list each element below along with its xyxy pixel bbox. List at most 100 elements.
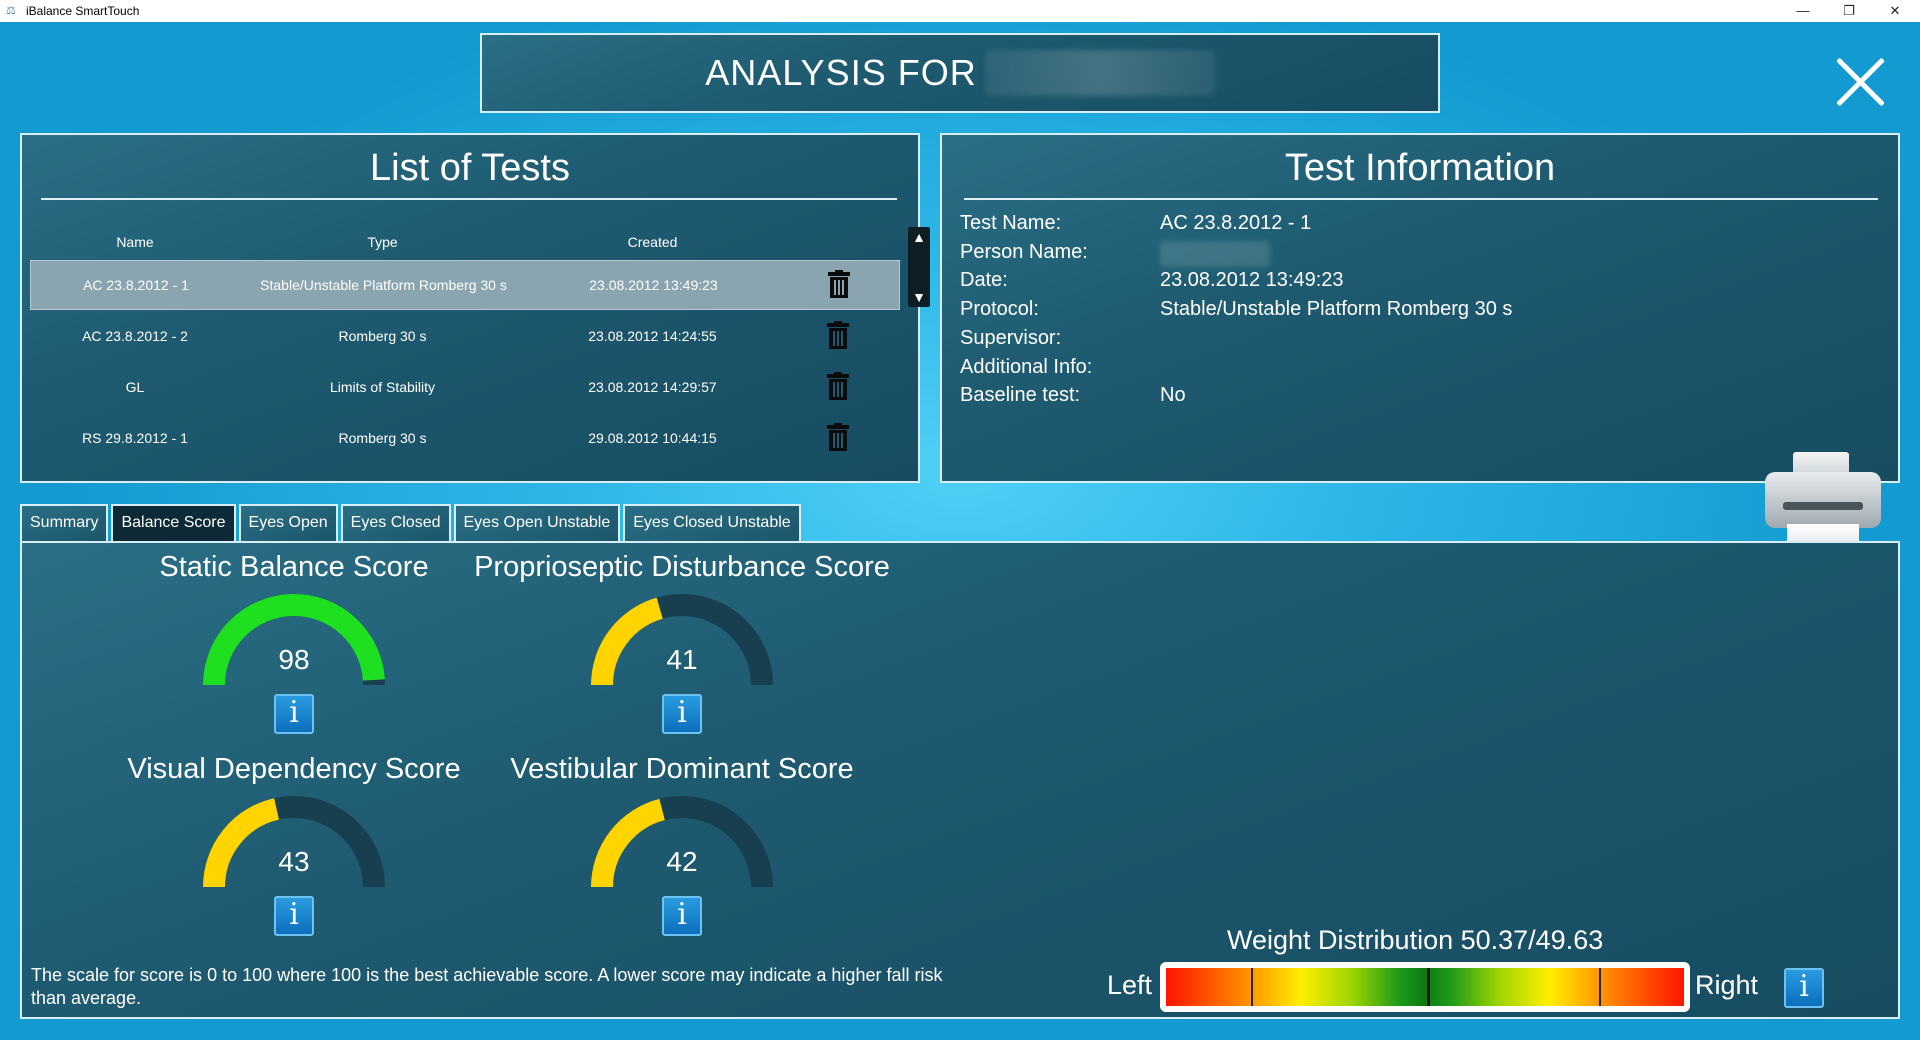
table-row[interactable]: AC 23.8.2012 - 2 Romberg 30 s 23.08.2012 1… — [30, 311, 900, 361]
tests-title-divider — [41, 198, 897, 200]
tab-balance-score[interactable]: Balance Score — [111, 504, 236, 541]
gauge-arc — [203, 796, 385, 888]
info-label: Additional Info: — [960, 355, 1093, 378]
restore-button[interactable]: ❐ — [1826, 0, 1872, 22]
trash-icon[interactable] — [826, 320, 849, 349]
score-title: Visual Dependency Score — [127, 753, 461, 785]
tab-summary[interactable]: Summary — [20, 504, 109, 541]
balance-score-panel: Static Balance Score 98 i Proprioseptic Dis… — [20, 541, 1900, 1019]
col-header-name[interactable]: Name — [30, 234, 240, 250]
score-value: 42 — [666, 846, 698, 877]
weight-distribution-bar — [1160, 962, 1690, 1012]
weight-left-label: Left — [1107, 970, 1153, 1000]
gauge-arc — [203, 594, 385, 686]
info-row: Test Name: AC 23.8.2012 - 1 — [960, 212, 1311, 242]
tab-eyes-closed[interactable]: Eyes Closed — [340, 504, 451, 541]
tests-panel-title: List of Tests — [370, 147, 570, 189]
info-label: Person Name: — [960, 240, 1088, 263]
weight-tick — [1251, 968, 1254, 1006]
window-close-button[interactable]: ✕ — [1872, 0, 1918, 22]
info-value: AC 23.8.2012 - 1 — [1160, 212, 1312, 234]
analysis-tabs: Summary Balance Score Eyes Open Eyes Closed… — [20, 504, 804, 541]
score-gauge: 41 — [587, 592, 777, 692]
test-info-title: Test Information — [1284, 147, 1556, 189]
score-value: 41 — [666, 644, 698, 675]
row-type: Limits of Stability — [329, 379, 436, 395]
trash-icon[interactable] — [827, 269, 850, 298]
info-value: No — [1160, 384, 1186, 407]
weight-info-button[interactable]: i — [1784, 968, 1824, 1008]
redacted-person-name — [1160, 240, 1270, 267]
weight-tick — [1598, 968, 1601, 1006]
score-info-button[interactable]: i — [662, 694, 702, 734]
score-info-button[interactable]: i — [274, 694, 314, 734]
info-value: Stable/Unstable Platform Romberg 30 s — [1160, 298, 1513, 321]
test-info-divider — [964, 198, 1878, 200]
info-row: Supervisor: — [960, 327, 1160, 357]
score-gauge: 43 — [199, 794, 389, 894]
gauge-arc — [591, 594, 773, 686]
tab-eyes-open-unstable[interactable]: Eyes Open Unstable — [453, 504, 621, 541]
table-row[interactable]: GL Limits of Stability 23.08.2012 14:29:57 — [30, 362, 900, 412]
tab-eyes-open[interactable]: Eyes Open — [238, 504, 338, 541]
score-gauge: 42 — [587, 794, 777, 894]
row-created: 23.08.2012 14:29:57 — [588, 379, 717, 395]
info-value: 23.08.2012 13:49:23 — [1160, 269, 1344, 292]
score-title: Vestibular Dominant Score — [510, 753, 854, 785]
analysis-title: ANALYSIS FOR — [705, 52, 977, 93]
scale-note: The scale for score is 0 to 100 where 10… — [31, 965, 943, 1008]
tests-table: Name Type Created AC 23.8.2012 - 1 Stable… — [30, 225, 900, 463]
row-created: 29.08.2012 10:44:15 — [588, 430, 717, 446]
info-row: Baseline test: No — [960, 384, 1186, 414]
weight-distribution-title: Weight Distribution 50.37/49.63 — [1227, 925, 1604, 955]
score-title: Static Balance Score — [159, 551, 429, 583]
row-type: Stable/Unstable Platform Romberg 30 s — [260, 277, 507, 293]
analysis-header: ANALYSIS FOR — [480, 33, 1440, 113]
info-row: Additional Info: — [960, 356, 1160, 386]
gauge-arc — [591, 796, 773, 888]
scroll-up-icon[interactable]: ▲ — [908, 229, 930, 245]
window-title: iBalance SmartTouch — [26, 4, 140, 18]
score-block: Static Balance Score 98 i — [84, 551, 504, 734]
info-row: Date: 23.08.2012 13:49:23 — [960, 269, 1344, 299]
row-name: RS 29.8.2012 - 1 — [82, 430, 188, 446]
info-label: Protocol: — [960, 298, 1039, 321]
trash-icon[interactable] — [826, 422, 849, 451]
info-label: Date: — [960, 269, 1008, 292]
tests-scrollbar[interactable]: ▲ ▼ — [908, 227, 930, 307]
col-header-created[interactable]: Created — [525, 234, 780, 250]
info-label: Test Name: — [960, 212, 1062, 234]
row-created: 23.08.2012 13:49:23 — [589, 277, 718, 293]
info-row: Protocol: Stable/Unstable Platform Romber… — [960, 298, 1512, 328]
score-info-button[interactable]: i — [274, 896, 314, 936]
score-block: Visual Dependency Score 43 i — [84, 753, 504, 936]
info-label: Baseline test: — [960, 384, 1081, 407]
redacted-person-name — [984, 50, 1215, 96]
score-title: Proprioseptic Disturbance Score — [474, 551, 890, 583]
weight-right-label: Right — [1695, 970, 1759, 1000]
row-type: Romberg 30 s — [338, 328, 427, 344]
tab-eyes-closed-unstable[interactable]: Eyes Closed Unstable — [623, 504, 801, 541]
row-name: GL — [125, 379, 145, 395]
table-row[interactable]: RS 29.8.2012 - 1 Romberg 30 s 29.08.2012 1… — [30, 413, 900, 463]
table-row[interactable]: AC 23.8.2012 - 1 Stable/Unstable Platform… — [30, 260, 900, 310]
tests-table-header: Name Type Created — [30, 225, 900, 259]
row-created: 23.08.2012 14:24:55 — [588, 328, 717, 344]
score-block: Vestibular Dominant Score 42 i — [472, 753, 892, 936]
tests-panel: List of Tests Name Type Created AC 23.8.… — [20, 133, 930, 483]
minimize-button[interactable]: — — [1780, 0, 1826, 22]
trash-icon[interactable] — [826, 371, 849, 400]
score-info-button[interactable]: i — [662, 896, 702, 936]
col-header-type[interactable]: Type — [240, 234, 525, 250]
app-icon: ⚖ — [6, 5, 16, 17]
score-block: Proprioseptic Disturbance Score 41 i — [472, 551, 892, 734]
info-label: Supervisor: — [960, 326, 1062, 349]
weight-distribution-gradient — [1166, 968, 1684, 1006]
scroll-down-icon[interactable]: ▼ — [908, 289, 930, 305]
weight-marker — [1426, 968, 1430, 1006]
score-value: 98 — [278, 644, 310, 675]
score-gauge: 98 — [199, 592, 389, 692]
row-type: Romberg 30 s — [338, 430, 427, 446]
close-icon[interactable] — [1832, 54, 1888, 110]
window-titlebar: ⚖ iBalance SmartTouch — ❐ ✕ — [0, 0, 1920, 22]
